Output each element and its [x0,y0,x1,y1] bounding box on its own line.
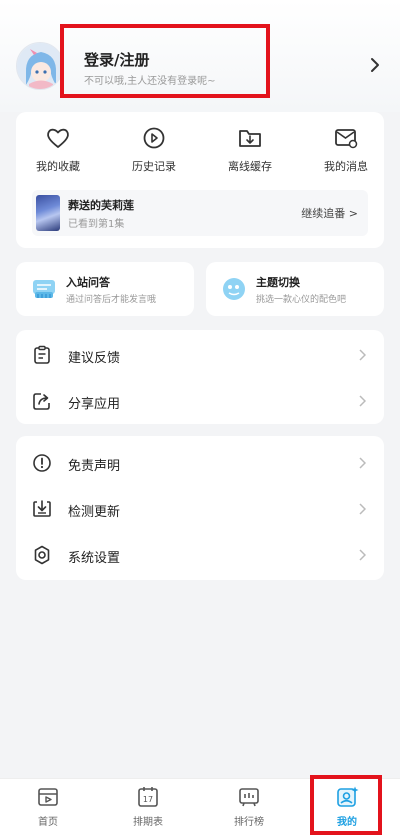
settings-icon [34,545,50,565]
svg-text:17: 17 [143,795,153,804]
feedback-icon [34,345,50,364]
continue-watching-card[interactable]: 葬送的芙莉莲 已看到第1集 继续追番 > [32,190,368,236]
menu-item-share[interactable]: 分享应用 [16,378,384,424]
active-tab-highlight-box [310,775,382,835]
quick-action-label: 离线缓存 [228,160,272,173]
quick-action-history[interactable]: 历史记录 [114,126,194,174]
menu-item-disclaimer[interactable]: 免责声明 [16,440,384,486]
anime-cover-thumbnail [36,195,60,231]
history-icon [143,127,165,149]
avatar[interactable] [16,42,64,90]
calendar-icon: 17 [138,787,158,807]
chevron-right-icon [359,457,366,469]
quiz-icon [33,280,55,298]
menu-item-label: 分享应用 [68,397,121,412]
info-icon [33,454,51,472]
theme-icon [223,278,245,300]
share-icon [33,393,50,410]
quiz-title: 入站问答 [66,276,110,289]
quiz-subtitle: 通过问答后才能发言哦 [66,295,157,305]
menu-item-feedback[interactable]: 建议反馈 [16,332,384,378]
tab-ranking[interactable]: 排行榜 [209,785,289,828]
menu-group-1: 建议反馈 分享应用 [16,330,384,424]
anime-title: 葬送的芙莉莲 [68,199,134,212]
update-icon [33,500,51,517]
quick-actions-card: 我的收藏 历史记录 离线缓存 我的消息 葬送的芙莉莲 已看到第1集 继续追番 > [16,112,384,248]
menu-item-settings[interactable]: 系统设置 [16,532,384,578]
quiz-card[interactable]: 入站问答 通过问答后才能发言哦 [16,262,194,316]
theme-title: 主题切换 [256,276,300,289]
quick-action-messages[interactable]: 我的消息 [306,126,386,174]
continue-watching-button[interactable]: 继续追番 > [301,205,358,221]
quick-action-label: 我的消息 [324,160,368,173]
tab-label: 首页 [38,817,58,828]
home-icon [38,788,58,806]
quick-action-offline-cache[interactable]: 离线缓存 [210,126,290,174]
episode-progress: 已看到第1集 [68,219,125,230]
menu-item-label: 建议反馈 [68,351,121,366]
menu-group-2: 免责声明 检测更新 系统设置 [16,436,384,580]
menu-item-label: 系统设置 [68,551,121,566]
ranking-icon [239,788,259,807]
theme-subtitle: 挑选一款心仪的配色吧 [256,295,347,305]
chevron-right-icon [359,549,366,561]
theme-switch-card[interactable]: 主题切换 挑选一款心仪的配色吧 [206,262,384,316]
tab-label: 排期表 [133,817,163,828]
tab-home[interactable]: 首页 [8,785,88,828]
message-icon [335,129,358,149]
chevron-right-icon [359,503,366,515]
menu-item-label: 免责声明 [68,459,121,474]
folder-download-icon [239,130,261,147]
login-highlight-box [60,24,270,98]
chevron-right-icon [359,349,366,361]
tab-label: 排行榜 [234,817,264,828]
quick-action-favorites[interactable]: 我的收藏 [18,126,98,174]
quick-action-label: 我的收藏 [36,160,80,173]
menu-item-label: 检测更新 [68,505,121,520]
quick-action-label: 历史记录 [132,160,176,173]
tab-schedule[interactable]: 17 排期表 [108,785,188,828]
menu-item-check-update[interactable]: 检测更新 [16,486,384,532]
chevron-right-icon [359,395,366,407]
heart-icon [47,128,69,148]
chevron-right-icon[interactable] [370,57,380,73]
